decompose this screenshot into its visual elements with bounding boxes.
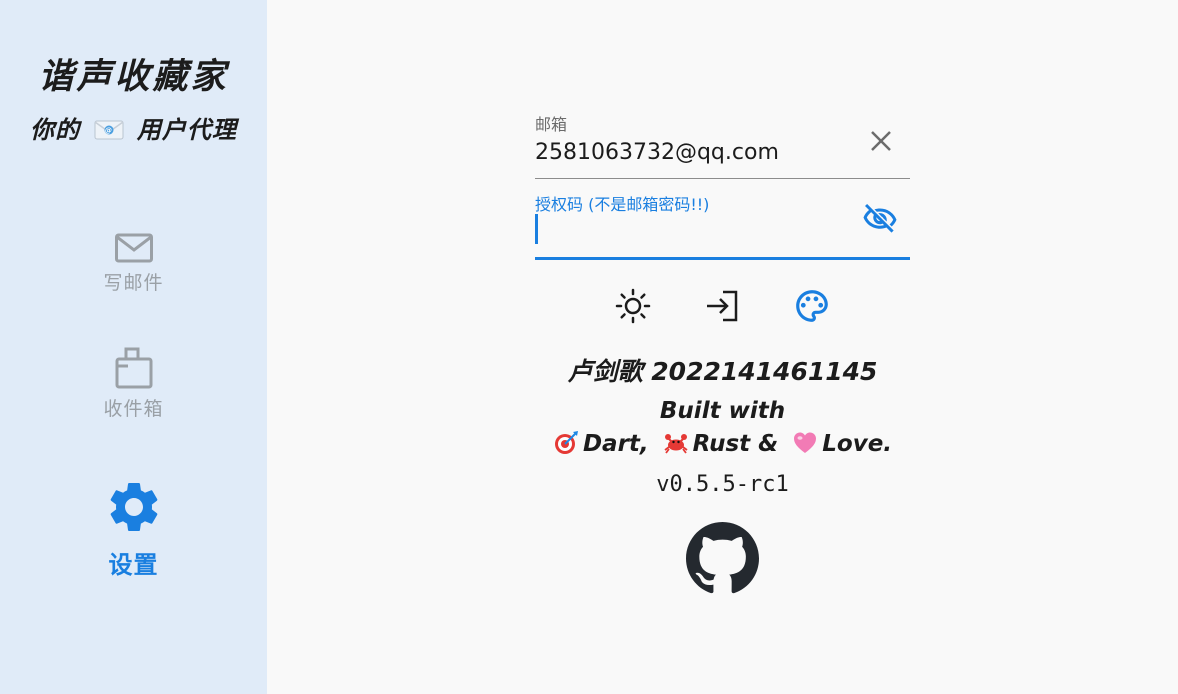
email-field[interactable]: 邮箱 2581063732@qq.com bbox=[535, 116, 910, 179]
rust-label: Rust & bbox=[692, 431, 779, 457]
crab-emoji-icon bbox=[663, 430, 689, 456]
auth-code-input[interactable] bbox=[535, 214, 910, 260]
sidebar-item-label: 设置 bbox=[108, 551, 159, 579]
built-with-text: Built with bbox=[659, 398, 786, 424]
subtitle-suffix: 用户代理 bbox=[136, 116, 237, 144]
app-title: 谐声收藏家 bbox=[38, 57, 229, 97]
auth-code-field[interactable]: 授权码 (不是邮箱密码!!) bbox=[535, 196, 910, 260]
inbox-icon bbox=[0, 346, 267, 390]
sidebar: 谐声收藏家 你的 @ 用户代理 写邮件 收件箱 设置 bbox=[0, 0, 267, 694]
email-input[interactable]: 2581063732@qq.com bbox=[535, 140, 910, 165]
sidebar-item-settings[interactable]: 设置 bbox=[0, 477, 267, 580]
palette-icon[interactable] bbox=[793, 287, 831, 325]
love-label: Love. bbox=[822, 431, 893, 457]
email-field-label: 邮箱 bbox=[535, 115, 568, 134]
sidebar-item-label: 收件箱 bbox=[103, 398, 164, 420]
app-window: 谐声收藏家 你的 @ 用户代理 写邮件 收件箱 设置 邮箱 2581063732… bbox=[0, 0, 1178, 694]
sidebar-item-inbox[interactable]: 收件箱 bbox=[0, 346, 267, 421]
version-label: v0.5.5-rc1 bbox=[656, 472, 789, 497]
dart-label: Dart, bbox=[582, 431, 649, 457]
heart-emoji-icon bbox=[792, 430, 818, 456]
clear-icon[interactable] bbox=[868, 128, 894, 154]
envelope-emoji-icon: @ bbox=[94, 119, 124, 141]
auth-code-label: 授权码 (不是邮箱密码!!) bbox=[535, 195, 710, 214]
sidebar-item-label: 写邮件 bbox=[103, 272, 164, 294]
target-emoji-icon bbox=[553, 430, 579, 456]
app-subtitle: 你的 @ 用户代理 bbox=[0, 110, 267, 145]
mail-icon bbox=[0, 232, 267, 264]
brightness-icon[interactable] bbox=[614, 287, 652, 325]
subtitle-prefix: 你的 bbox=[30, 116, 81, 144]
gear-icon bbox=[0, 477, 267, 537]
github-icon[interactable] bbox=[686, 522, 759, 595]
login-icon[interactable] bbox=[703, 287, 741, 325]
author-info: 卢剑歌 2022141461145 bbox=[567, 357, 878, 386]
sidebar-item-compose[interactable]: 写邮件 bbox=[0, 232, 267, 295]
text-caret bbox=[535, 214, 538, 244]
credits-line: Dart, Rust & Love. bbox=[520, 430, 925, 457]
visibility-off-icon[interactable] bbox=[862, 204, 898, 234]
svg-text:@: @ bbox=[105, 127, 113, 135]
